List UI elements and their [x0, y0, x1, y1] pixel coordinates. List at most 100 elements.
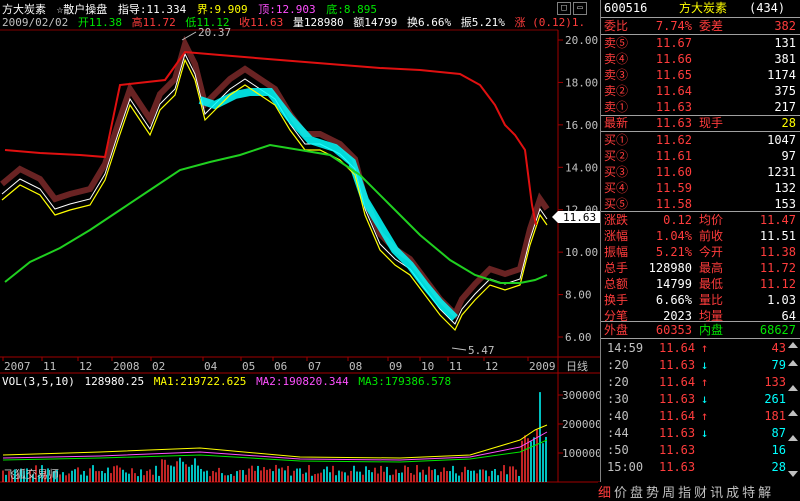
x-tick-label: 08	[349, 360, 362, 373]
vol-ma3: MA3:179386.578	[358, 375, 452, 388]
x-tick-label: 05	[242, 360, 255, 373]
x-tick-label: 07	[308, 360, 321, 373]
stat-row: 涨跌 0.12 均价 11.47	[604, 213, 796, 227]
peak-leader	[181, 31, 197, 41]
panel-code: 600516	[604, 1, 648, 15]
sell-row: 卖② 11.64 375	[604, 84, 796, 98]
nav-jia[interactable]: 价	[614, 486, 627, 501]
nav-zhou[interactable]: 周	[662, 486, 675, 501]
buy-row: 买③ 11.60 1231	[604, 165, 796, 179]
tick-row: 14:59 11.64 ↑ 43	[607, 341, 786, 355]
x-tick-label: 12	[485, 360, 498, 373]
current-price-label: 11.63	[563, 211, 596, 224]
y-tick-label: 10.00	[565, 246, 598, 259]
nav-pan[interactable]: 盘	[630, 486, 643, 501]
y-tick-label: 20.00	[565, 34, 598, 47]
info-low: 低11.12	[185, 16, 230, 29]
period-label: 日线	[566, 359, 588, 373]
outer-inner-row: 外盘 60353 内盘 68627	[604, 323, 796, 337]
vol-tick-label: 300000	[562, 389, 600, 402]
kline-chart[interactable]: 20.0018.0016.0014.0012.0010.008.006.0020…	[0, 0, 600, 500]
stat-row: 总额 14799 最低 11.12	[604, 277, 796, 291]
tick-row: :40 11.64 ↑ 181	[607, 409, 786, 423]
y-tick-label: 18.00	[565, 76, 598, 89]
sell-row: 卖④ 11.66 381	[604, 52, 796, 66]
nav-cheng[interactable]: 成	[726, 486, 739, 501]
nav-jie[interactable]: 解	[758, 486, 771, 501]
x-tick-label: 02	[152, 360, 165, 373]
quote-panel: 600516 方大炭素 (434) 委比 7.74% 委差 382 最新 11.…	[600, 0, 800, 500]
vol-ma3-line	[2, 439, 548, 463]
nav-xun[interactable]: 讯	[710, 486, 723, 501]
nav-zhi[interactable]: 指	[678, 486, 691, 501]
info-amplitude: 振5.21%	[460, 16, 505, 29]
chart-area[interactable]: 20.00 18.00 16.00 14.00 12.00 10.00 8.00 6.00 20…	[0, 0, 600, 500]
stat-row: 振幅 5.21% 今开 11.38	[604, 245, 796, 259]
sell-row: 卖① 11.63 217	[604, 100, 796, 114]
y-tick-label: 8.00	[565, 289, 592, 302]
tick-row: :30 11.63 ↓ 261	[607, 392, 786, 406]
y-tick-label: 14.00	[565, 161, 598, 174]
x-tick-label: 10	[421, 360, 434, 373]
y-tick-label: 16.00	[565, 119, 598, 132]
x-tick-label: 04	[204, 360, 218, 373]
x-tick-label: 06	[274, 360, 287, 373]
latest-row: 最新 11.63 现手 28	[604, 116, 796, 130]
nav-te[interactable]: 特	[742, 486, 755, 501]
x-tick-label: 11	[449, 360, 462, 373]
buy-row: 买② 11.61 97	[604, 149, 796, 163]
bottom-nav: 细价盘势周指财讯成特解	[598, 482, 800, 501]
volume-legend: VOL(3,5,10) 128980.25 MA1:219722.625 MA2…	[2, 375, 454, 388]
buy-row: 买④ 11.59 132	[604, 181, 796, 195]
ma-line	[4, 143, 548, 284]
x-tick-label: 11	[43, 360, 56, 373]
vol-tick-label: 200000	[562, 418, 600, 431]
trough-label: 5.47	[468, 344, 495, 357]
x-tick-label: 12	[79, 360, 92, 373]
info-close: 收11.63	[239, 16, 284, 29]
buy-row: 买⑤ 11.58 153	[604, 197, 796, 211]
info-amount: 额14799	[353, 16, 398, 29]
info-turnover: 换6.66%	[406, 16, 452, 29]
y-tick-label: 6.00	[565, 331, 592, 344]
panel-name: 方大炭素	[679, 1, 728, 15]
panel-count: (434)	[749, 1, 786, 15]
info-bar: 2009/02/02 开11.38 高11.72 低11.12 收11.63 量…	[2, 14, 600, 29]
price-band-upper	[0, 35, 550, 320]
vol-ma1-line	[2, 424, 548, 459]
vol-tick-label: 100000	[562, 447, 600, 460]
weibi-row: 委比 7.74% 委差 382	[604, 19, 796, 33]
stat-row: 涨幅 1.04% 前收 11.51	[604, 229, 796, 243]
vol-ma2-line	[2, 431, 548, 461]
x-tick-label: 2009	[529, 360, 556, 373]
vol-ma1: MA1:219722.625	[153, 375, 247, 388]
stat-row: 分笔 2023 均量 64	[604, 309, 796, 323]
buy-row: 买① 11.62 1047	[604, 133, 796, 147]
stat-row: 总手 128980 最高 11.72	[604, 261, 796, 275]
tick-row: :44 11.63 ↓ 87	[607, 426, 786, 440]
info-change: 涨 (0.12)1.	[514, 16, 586, 29]
trend-line	[4, 50, 537, 226]
nav-xi[interactable]: 细	[598, 486, 611, 501]
x-tick-label: 2007	[4, 360, 31, 373]
panel-header: 600516 方大炭素 (434)	[601, 0, 800, 16]
info-high: 高11.72	[131, 16, 176, 29]
trough-leader	[451, 347, 467, 351]
sell-row: 卖⑤ 11.67 131	[604, 36, 796, 50]
tick-row: :20 11.64 ↑ 133	[607, 375, 786, 389]
tick-row: :50 11.63 16	[607, 443, 786, 457]
tick-row: :20 11.63 ↓ 79	[607, 358, 786, 372]
nav-cai[interactable]: 财	[694, 486, 707, 501]
watermark: 飞狐交易师	[4, 467, 59, 481]
tick-row: 15:00 11.63 28	[607, 460, 786, 474]
info-open: 开11.38	[77, 16, 122, 29]
nav-shi[interactable]: 势	[646, 486, 659, 501]
vol-ma2: MA2:190820.344	[256, 375, 349, 388]
x-tick-label: 09	[389, 360, 402, 373]
vol-value: 128980.25	[84, 375, 145, 388]
title-bar: 方大炭素 ☆散户操盘 指导:11.334 界:9.909 顶:12.903 底:…	[2, 1, 600, 16]
info-date: 2009/02/02	[2, 16, 69, 29]
info-volume: 量128980	[292, 16, 344, 29]
sell-row: 卖③ 11.65 1174	[604, 68, 796, 82]
x-tick-label: 2008	[113, 360, 140, 373]
